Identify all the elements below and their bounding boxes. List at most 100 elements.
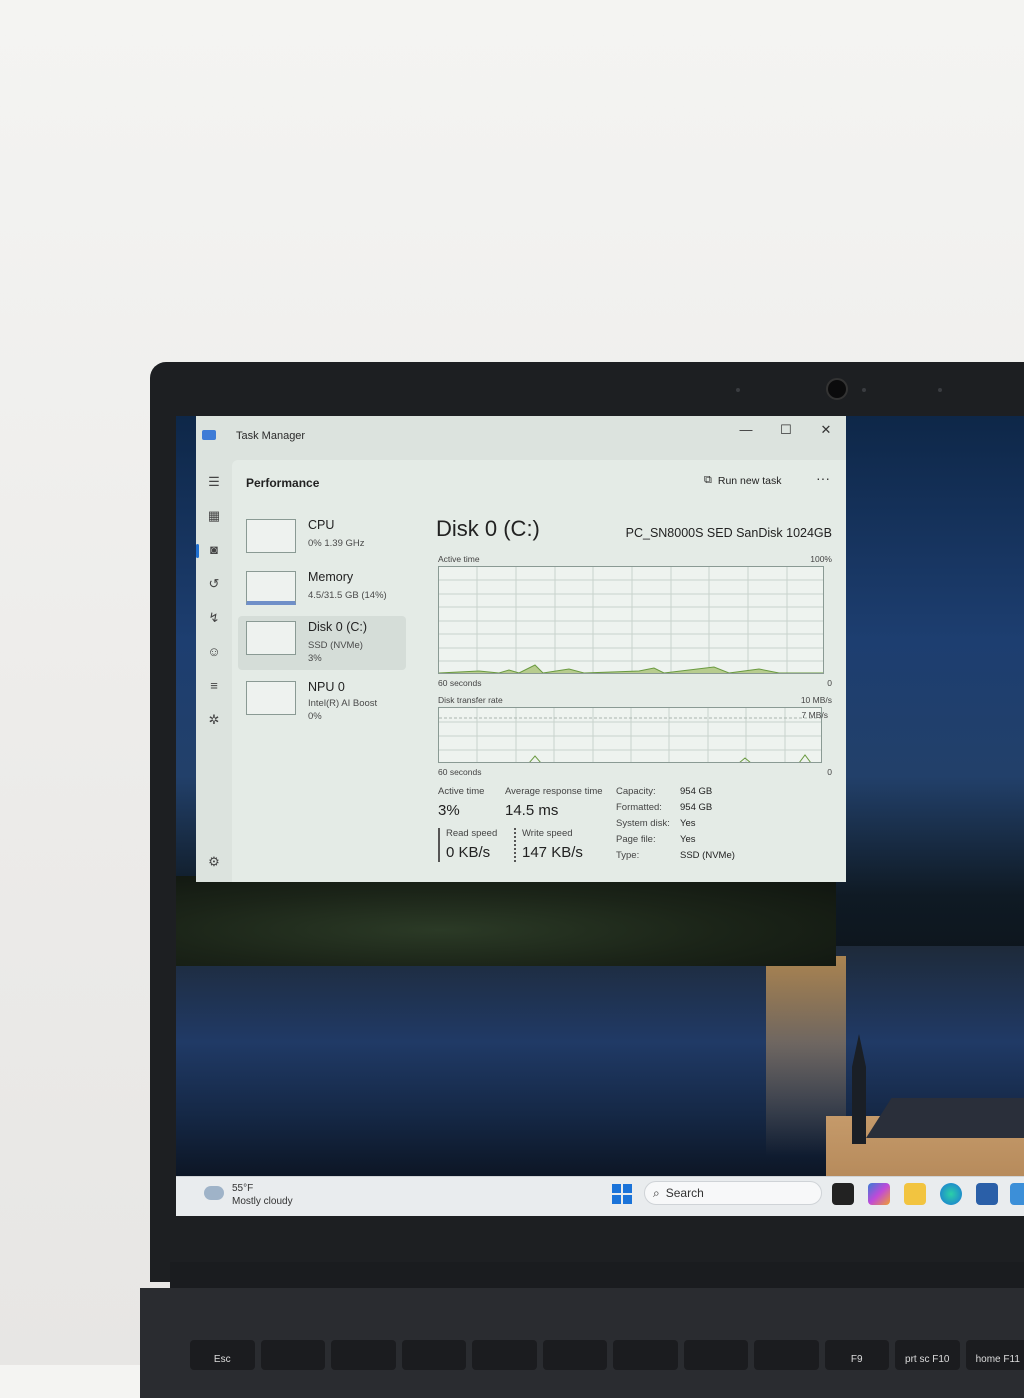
key xyxy=(472,1340,537,1370)
graph-label: Disk transfer rate xyxy=(438,695,503,705)
read-speed-value: 0 KB/s xyxy=(446,844,490,861)
run-task-icon: ⧉ xyxy=(704,474,712,487)
graph-inner-scale: 7 MB/s xyxy=(802,710,828,720)
resource-npu[interactable]: NPU 0 Intel(R) AI Boost 0% xyxy=(238,676,406,730)
key xyxy=(331,1340,396,1370)
more-options-button[interactable]: ··· xyxy=(816,470,830,486)
sensor-dot xyxy=(736,388,740,392)
property-value: Yes xyxy=(680,834,696,845)
graph-min: 0 xyxy=(827,678,832,688)
hamburger-menu-icon[interactable]: ☰ xyxy=(206,474,222,490)
sensor-dot xyxy=(938,388,942,392)
processes-icon[interactable]: ▦ xyxy=(206,508,222,524)
read-speed-label: Read speed xyxy=(446,828,497,839)
screen: Task Manager — ☐ ✕ ☰ ▦ ◙ ↺ ↯ ☺ ≡ ✲ ⚙ Per… xyxy=(176,416,1024,1216)
resource-disk[interactable]: Disk 0 (C:) SSD (NVMe) 3% xyxy=(238,616,406,670)
close-button[interactable]: ✕ xyxy=(816,422,836,438)
page-title: Performance xyxy=(246,476,319,490)
graph-min: 0 xyxy=(827,767,832,777)
write-speed-label: Write speed xyxy=(522,828,573,839)
active-time-graph-svg xyxy=(439,567,824,674)
property-value: 954 GB xyxy=(680,786,712,797)
resource-name: Memory xyxy=(308,570,353,584)
maximize-button[interactable]: ☐ xyxy=(776,422,796,438)
task-manager-app-icon xyxy=(202,430,216,440)
webcam xyxy=(826,378,848,400)
weather-cloud-icon[interactable] xyxy=(204,1186,224,1200)
copilot-icon[interactable] xyxy=(868,1183,890,1205)
services-icon[interactable]: ✲ xyxy=(206,712,222,728)
store-icon[interactable] xyxy=(976,1183,998,1205)
key xyxy=(261,1340,326,1370)
key-f9: F9 xyxy=(825,1340,890,1370)
resource-name: Disk 0 (C:) xyxy=(308,620,367,634)
memory-thumbnail-graph xyxy=(246,571,296,605)
property-label: System disk: xyxy=(616,818,670,829)
property-label: Capacity: xyxy=(616,786,656,797)
key xyxy=(613,1340,678,1370)
task-manager-taskbar-icon[interactable] xyxy=(1010,1183,1024,1205)
transfer-rate-graph xyxy=(438,707,822,763)
write-speed-value: 147 KB/s xyxy=(522,844,583,861)
graph-time-span: 60 seconds xyxy=(438,767,481,777)
key-f11: home F11 xyxy=(966,1340,1024,1370)
startup-apps-icon[interactable]: ↯ xyxy=(206,610,222,626)
avg-response-value: 14.5 ms xyxy=(505,802,558,819)
start-button-windows-icon[interactable] xyxy=(612,1184,632,1204)
active-time-label: Active time xyxy=(438,786,484,797)
details-icon[interactable]: ≡ xyxy=(206,678,222,694)
write-speed-marker xyxy=(514,828,516,862)
property-value: Yes xyxy=(680,818,696,829)
graph-max: 100% xyxy=(810,554,832,564)
key-esc: Esc xyxy=(190,1340,255,1370)
disk-model: PC_SN8000S SED SanDisk 1024GB xyxy=(626,526,832,540)
resource-detail: 0% 1.39 GHz xyxy=(308,538,365,549)
users-icon[interactable]: ☺ xyxy=(206,644,222,660)
property-label: Page file: xyxy=(616,834,656,845)
settings-gear-icon[interactable]: ⚙ xyxy=(206,854,222,870)
taskbar xyxy=(176,1176,1024,1216)
key xyxy=(402,1340,467,1370)
graph-time-span: 60 seconds xyxy=(438,678,481,688)
window-title: Task Manager xyxy=(236,430,305,442)
resource-usage: 3% xyxy=(308,653,322,664)
read-speed-marker xyxy=(438,828,440,862)
run-new-task-button[interactable]: ⧉ Run new task xyxy=(704,474,781,487)
weather-condition[interactable]: Mostly cloudy xyxy=(232,1196,293,1207)
transfer-rate-graph-svg xyxy=(439,708,822,763)
resource-name: CPU xyxy=(308,518,334,532)
resource-detail: Intel(R) AI Boost xyxy=(308,698,377,709)
resource-usage: 0% xyxy=(308,711,322,722)
npu-thumbnail-graph xyxy=(246,681,296,715)
resource-detail: 4.5/31.5 GB (14%) xyxy=(308,590,387,601)
weather-temperature[interactable]: 55°F xyxy=(232,1183,253,1194)
app-history-icon[interactable]: ↺ xyxy=(206,576,222,592)
key-f10: prt sc F10 xyxy=(895,1340,960,1370)
property-label: Formatted: xyxy=(616,802,662,813)
wallpaper-trees xyxy=(176,876,836,966)
active-time-graph xyxy=(438,566,824,674)
taskbar-search[interactable]: ⌕ Search xyxy=(644,1181,822,1205)
resource-name: NPU 0 xyxy=(308,680,345,694)
task-manager-window: Task Manager — ☐ ✕ ☰ ▦ ◙ ↺ ↯ ☺ ≡ ✲ ⚙ Per… xyxy=(196,416,846,882)
search-icon: ⌕ xyxy=(653,1186,660,1201)
key xyxy=(754,1340,819,1370)
file-explorer-icon[interactable] xyxy=(904,1183,926,1205)
resource-memory[interactable]: Memory 4.5/31.5 GB (14%) xyxy=(238,566,406,620)
graph-label: Active time xyxy=(438,554,480,564)
property-value: 954 GB xyxy=(680,802,712,813)
avg-response-label: Average response time xyxy=(505,786,603,797)
performance-icon[interactable]: ◙ xyxy=(206,542,222,558)
terminal-icon[interactable] xyxy=(832,1183,854,1205)
laptop-hinge xyxy=(170,1262,1024,1288)
resource-detail: SSD (NVMe) xyxy=(308,640,363,651)
cpu-thumbnail-graph xyxy=(246,519,296,553)
key xyxy=(543,1340,608,1370)
function-key-row: Esc F9 prt sc F10 home F11 xyxy=(190,1340,1024,1370)
key xyxy=(684,1340,749,1370)
nav-selection-indicator xyxy=(196,544,199,558)
edge-browser-icon[interactable] xyxy=(940,1183,962,1205)
active-time-value: 3% xyxy=(438,802,460,819)
minimize-button[interactable]: — xyxy=(736,422,756,437)
resource-cpu[interactable]: CPU 0% 1.39 GHz xyxy=(238,514,406,568)
